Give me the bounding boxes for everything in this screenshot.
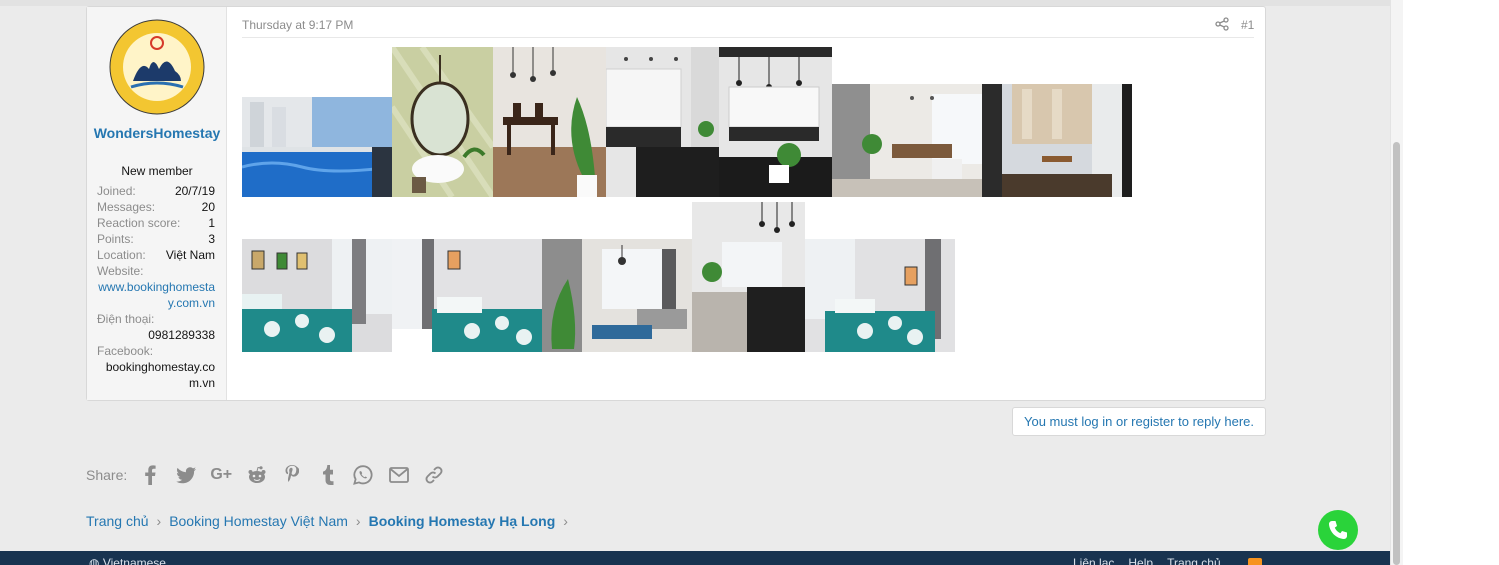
points-row: Points: 3 (97, 231, 215, 247)
bathroom-mirror-photo[interactable] (392, 47, 493, 197)
share-label: Share: (86, 467, 128, 483)
chevron-right-icon: › (355, 513, 361, 529)
share-icon[interactable] (1215, 17, 1229, 31)
bedroom-photo-3[interactable] (805, 239, 955, 352)
joined-label: Joined: (97, 184, 136, 198)
balcony-photo[interactable] (982, 84, 1132, 197)
dining-room-photo[interactable] (493, 47, 606, 197)
living-room-photo[interactable] (542, 239, 692, 352)
bedroom-photo-2[interactable] (392, 239, 542, 352)
chevron-right-icon: › (563, 513, 568, 529)
location-label: Location: (97, 248, 146, 262)
joined-row: Joined: 20/7/19 (97, 183, 215, 199)
username[interactable]: WondersHomestay (93, 123, 221, 144)
breadcrumb: Trang chủ › Booking Homestay Việt Nam › … (86, 513, 576, 529)
phone-call-button[interactable] (1318, 510, 1358, 550)
footer-bar: ◍ Vietnamese Liên lạc Help Trang chủ (0, 551, 1390, 565)
website-link[interactable]: www.bookinghomestay.com.vn (97, 279, 215, 311)
link-icon[interactable] (423, 464, 445, 486)
location-value: Việt Nam (165, 248, 215, 262)
footer-link-home[interactable]: Trang chủ (1167, 556, 1221, 565)
language-label: Vietnamese (102, 556, 166, 565)
facebook-icon[interactable] (139, 464, 161, 486)
post-header-divider (242, 37, 1254, 38)
kitchen-photo-1[interactable] (606, 47, 719, 197)
login-to-reply-notice[interactable]: You must log in or register to reply her… (1012, 407, 1266, 436)
website-row: Website: www.bookinghomestay.com.vn (97, 263, 215, 311)
page: WondersHomestay New member Joined: 20/7/… (0, 0, 1390, 565)
facebook-label: Facebook: (97, 344, 154, 358)
whatsapp-icon[interactable] (352, 464, 374, 486)
messages-label: Messages: (97, 200, 156, 214)
share-bar: Share: G+ (86, 464, 459, 486)
post-message: WondersHomestay New member Joined: 20/7/… (86, 6, 1266, 401)
facebook-row: Facebook: bookinghomestay.com.vn (97, 343, 215, 391)
bedroom-photo-1[interactable] (242, 239, 392, 352)
avatar[interactable] (109, 19, 205, 115)
right-margin (1403, 0, 1499, 565)
living-dining-photo[interactable] (832, 84, 982, 197)
facebook-value: bookinghomestay.com.vn (105, 360, 215, 390)
chevron-right-icon: › (156, 513, 162, 529)
phone-label: Điện thoại: (97, 312, 155, 326)
footer-link-help[interactable]: Help (1128, 556, 1153, 565)
reaction-value: 1 (208, 216, 215, 230)
reddit-icon[interactable] (246, 464, 268, 486)
user-title: New member (121, 164, 193, 178)
phone-icon (1329, 521, 1347, 539)
breadcrumb-vietnam[interactable]: Booking Homestay Việt Nam (169, 513, 348, 529)
email-icon[interactable] (388, 464, 410, 486)
hallway-kitchen-photo[interactable] (692, 202, 805, 352)
user-info-cell: WondersHomestay New member Joined: 20/7/… (87, 7, 227, 400)
pool-photo[interactable] (242, 97, 392, 197)
location-row: Location: Việt Nam (97, 247, 215, 263)
phone-value: 0981289338 (148, 328, 215, 342)
language-chooser[interactable]: ◍ Vietnamese (89, 556, 166, 565)
post-date[interactable]: Thursday at 9:17 PM (242, 18, 353, 32)
phone-row: Điện thoại: 0981289338 (97, 311, 215, 343)
messages-value: 20 (201, 200, 215, 214)
breadcrumb-home[interactable]: Trang chủ (86, 513, 149, 529)
globe-icon: ◍ (89, 556, 103, 565)
kitchen-photo-2[interactable] (719, 47, 832, 197)
reaction-row: Reaction score: 1 (97, 215, 215, 231)
footer-links: Liên lạc Help Trang chủ (1073, 556, 1221, 565)
pinterest-icon[interactable] (281, 464, 303, 486)
post-number[interactable]: #1 (1241, 18, 1254, 32)
points-value: 3 (208, 232, 215, 246)
google-plus-icon[interactable]: G+ (210, 464, 232, 486)
website-label: Website: (97, 264, 144, 278)
scrollbar-thumb[interactable] (1393, 142, 1400, 565)
twitter-icon[interactable] (175, 464, 197, 486)
rss-icon[interactable] (1248, 558, 1262, 565)
reaction-label: Reaction score: (97, 216, 181, 230)
messages-row: Messages: 20 (97, 199, 215, 215)
tumblr-icon[interactable] (317, 464, 339, 486)
joined-value: 20/7/19 (174, 184, 215, 198)
points-label: Points: (97, 232, 134, 246)
footer-link-contact[interactable]: Liên lạc (1073, 556, 1114, 565)
breadcrumb-halong[interactable]: Booking Homestay Hạ Long (369, 513, 556, 529)
